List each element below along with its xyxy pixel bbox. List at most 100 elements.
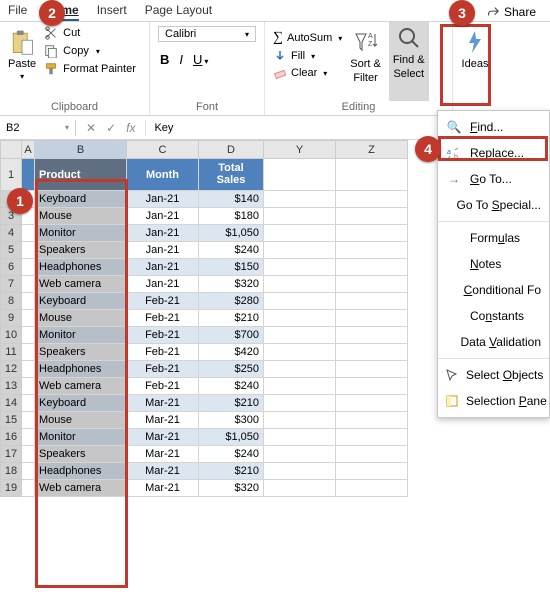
cell-month[interactable]: Jan-21 (127, 208, 199, 225)
cell-month[interactable]: Mar-21 (127, 429, 199, 446)
row-header-7[interactable]: 7 (1, 276, 22, 293)
cell-product[interactable]: Headphones (35, 463, 127, 480)
share-button[interactable]: Share (486, 3, 536, 21)
tab-page-layout[interactable]: Page Layout (145, 3, 212, 21)
cell-sales[interactable]: $700 (199, 327, 264, 344)
col-header-Y[interactable]: Y (264, 141, 336, 159)
ideas-button[interactable]: Ideas (461, 26, 489, 113)
cell-month[interactable]: Feb-21 (127, 378, 199, 395)
cell-sales[interactable]: $240 (199, 242, 264, 259)
cell-sales[interactable]: $1,050 (199, 429, 264, 446)
row-header-10[interactable]: 10 (1, 327, 22, 344)
cell-month[interactable]: Jan-21 (127, 276, 199, 293)
col-header-B[interactable]: B (35, 141, 127, 159)
menu-data-validation[interactable]: Data Validation (438, 329, 549, 355)
find-select-button[interactable]: Find &Select (389, 22, 429, 101)
cell-product[interactable]: Web camera (35, 276, 127, 293)
accept-formula-icon[interactable]: ✓ (106, 121, 116, 135)
bold-button[interactable]: B (160, 52, 169, 67)
clear-button[interactable]: Clear (273, 66, 342, 80)
row-header-5[interactable]: 5 (1, 242, 22, 259)
cell-month[interactable]: Jan-21 (127, 242, 199, 259)
cell-sales[interactable]: $320 (199, 480, 264, 497)
cell-month[interactable]: Mar-21 (127, 480, 199, 497)
col-header-C[interactable]: C (127, 141, 199, 159)
menu-goto[interactable]: →Go To... (438, 166, 549, 192)
cell-product[interactable]: Keyboard (35, 395, 127, 412)
menu-goto-special[interactable]: Go To Special... (438, 192, 549, 218)
cell-product[interactable]: Mouse (35, 208, 127, 225)
cell-month[interactable]: Feb-21 (127, 344, 199, 361)
col-header-A[interactable]: A (22, 141, 35, 159)
cell-sales[interactable]: $420 (199, 344, 264, 361)
cell-sales[interactable]: $210 (199, 463, 264, 480)
row-header-15[interactable]: 15 (1, 412, 22, 429)
row-header-9[interactable]: 9 (1, 310, 22, 327)
menu-replace[interactable]: abReplace... (438, 140, 549, 166)
cell-sales[interactable]: $210 (199, 395, 264, 412)
cell-sales[interactable]: $320 (199, 276, 264, 293)
cell-sales[interactable]: $240 (199, 446, 264, 463)
row-header-4[interactable]: 4 (1, 225, 22, 242)
cancel-formula-icon[interactable]: ✕ (86, 121, 96, 135)
autosum-button[interactable]: ∑AutoSum (273, 30, 342, 46)
cell-month[interactable]: Feb-21 (127, 361, 199, 378)
cut-button[interactable]: Cut (44, 26, 136, 40)
row-header-13[interactable]: 13 (1, 378, 22, 395)
cell-sales[interactable]: $1,050 (199, 225, 264, 242)
menu-conditional[interactable]: Conditional Fo (438, 277, 549, 303)
col-header-D[interactable]: D (199, 141, 264, 159)
cell-month[interactable]: Jan-21 (127, 191, 199, 208)
underline-button[interactable]: U (193, 52, 208, 67)
cell-product[interactable]: Mouse (35, 310, 127, 327)
menu-constants[interactable]: Constants (438, 303, 549, 329)
menu-notes[interactable]: Notes (438, 251, 549, 277)
row-header-19[interactable]: 19 (1, 480, 22, 497)
paste-button[interactable]: Paste ▾ (8, 26, 36, 101)
header-month[interactable]: Month (127, 159, 199, 191)
header-product[interactable]: Product (35, 159, 127, 191)
cell-product[interactable]: Monitor (35, 225, 127, 242)
cell-month[interactable]: Feb-21 (127, 310, 199, 327)
cell-product[interactable]: Web camera (35, 378, 127, 395)
cell-sales[interactable]: $250 (199, 361, 264, 378)
row-header-17[interactable]: 17 (1, 446, 22, 463)
cell-product[interactable]: Speakers (35, 446, 127, 463)
row-header-18[interactable]: 18 (1, 463, 22, 480)
cell-sales[interactable]: $300 (199, 412, 264, 429)
copy-button[interactable]: Copy (44, 44, 136, 58)
cell-product[interactable]: Monitor (35, 429, 127, 446)
cell-month[interactable]: Feb-21 (127, 293, 199, 310)
cell-sales[interactable]: $210 (199, 310, 264, 327)
cell-product[interactable]: Headphones (35, 361, 127, 378)
row-header-1[interactable]: 1 (1, 159, 22, 191)
col-header-Z[interactable]: Z (336, 141, 408, 159)
menu-select-objects[interactable]: Select Objects (438, 362, 549, 388)
cell-product[interactable]: Speakers (35, 344, 127, 361)
row-header-12[interactable]: 12 (1, 361, 22, 378)
cell-month[interactable]: Jan-21 (127, 225, 199, 242)
cell-product[interactable]: Web camera (35, 480, 127, 497)
row-header-6[interactable]: 6 (1, 259, 22, 276)
cell-product[interactable]: Monitor (35, 327, 127, 344)
cell-sales[interactable]: $140 (199, 191, 264, 208)
menu-find[interactable]: 🔍Find... (438, 114, 549, 140)
row-header-14[interactable]: 14 (1, 395, 22, 412)
cell-product[interactable]: Speakers (35, 242, 127, 259)
cell-sales[interactable]: $240 (199, 378, 264, 395)
row-header-16[interactable]: 16 (1, 429, 22, 446)
cell-sales[interactable]: $150 (199, 259, 264, 276)
menu-formulas[interactable]: Formulas (438, 225, 549, 251)
tab-insert[interactable]: Insert (97, 3, 127, 21)
sort-filter-button[interactable]: AZ Sort &Filter (350, 26, 381, 101)
fill-button[interactable]: Fill (273, 49, 342, 63)
cell-month[interactable]: Mar-21 (127, 463, 199, 480)
cell-product[interactable]: Keyboard (35, 293, 127, 310)
cell-product[interactable]: Headphones (35, 259, 127, 276)
cell-month[interactable]: Mar-21 (127, 446, 199, 463)
cell-sales[interactable]: $180 (199, 208, 264, 225)
font-selector[interactable]: Calibri▾ (158, 26, 256, 42)
cell-sales[interactable]: $280 (199, 293, 264, 310)
cell-product[interactable]: Keyboard (35, 191, 127, 208)
cell-month[interactable]: Feb-21 (127, 327, 199, 344)
